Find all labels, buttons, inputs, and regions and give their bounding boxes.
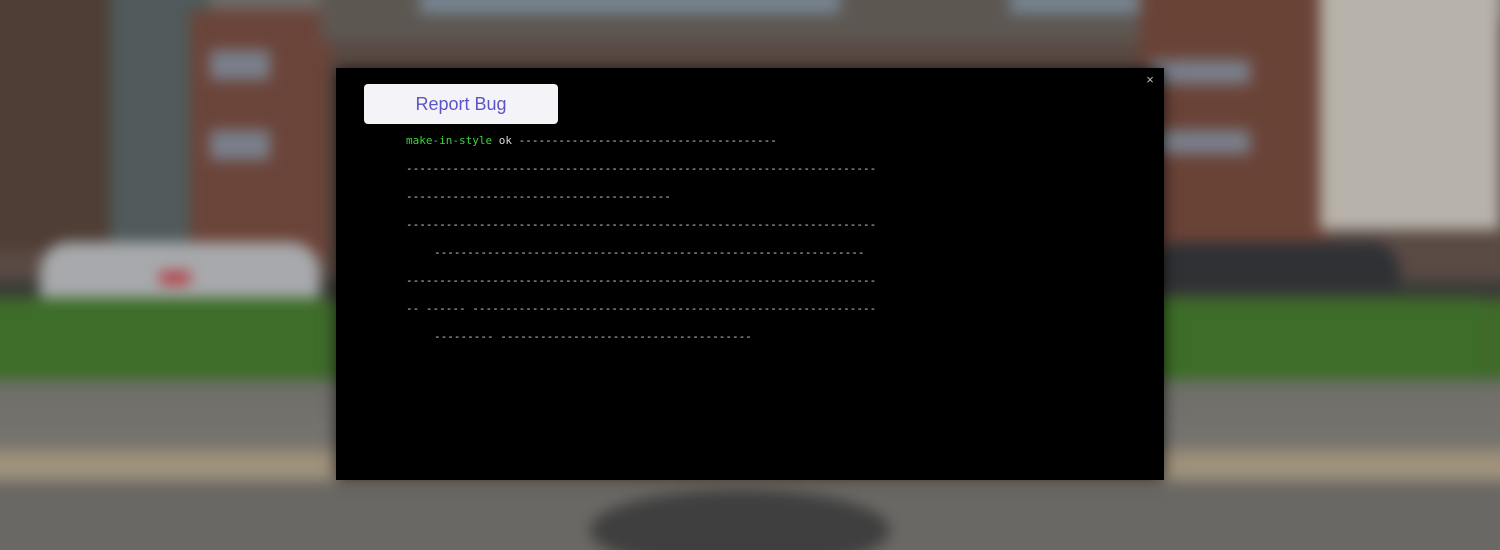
terminal-overlay: × Report Bug make-in-style ok ----------… bbox=[336, 68, 1164, 480]
window bbox=[1150, 130, 1250, 154]
window bbox=[210, 50, 270, 80]
terminal-output: make-in-style ok -----------------------… bbox=[406, 134, 1096, 344]
sky-right bbox=[1320, 0, 1500, 230]
hedge bbox=[0, 298, 320, 380]
window bbox=[420, 0, 840, 14]
terminal-line: ----------------------------------------… bbox=[434, 246, 865, 259]
window bbox=[210, 130, 270, 160]
building-right bbox=[1140, 0, 1330, 260]
building-brick bbox=[190, 10, 330, 260]
terminal-line: -- ------ ------------------------------… bbox=[406, 302, 877, 315]
terminal-line: ---------------------------------------- bbox=[406, 190, 671, 203]
building-top bbox=[320, 0, 1240, 40]
terminal-line: ----------------------------------------… bbox=[406, 274, 877, 287]
close-icon[interactable]: × bbox=[1142, 72, 1158, 88]
report-bug-button[interactable]: Report Bug bbox=[364, 84, 558, 124]
terminal-line: ----------------------------------------… bbox=[406, 218, 877, 231]
parked-car bbox=[40, 242, 320, 300]
hedge bbox=[1140, 298, 1480, 380]
terminal-line: make-in-style ok -----------------------… bbox=[406, 134, 777, 147]
desktop-scene: × Report Bug make-in-style ok ----------… bbox=[0, 0, 1500, 550]
window bbox=[1150, 60, 1250, 84]
highlight-text: make-in-style bbox=[406, 134, 493, 147]
terminal-line: --------- ------------------------------… bbox=[434, 330, 752, 343]
manhole-cover bbox=[590, 490, 890, 550]
terminal-line: ----------------------------------------… bbox=[406, 162, 877, 175]
parked-car bbox=[1150, 242, 1400, 290]
